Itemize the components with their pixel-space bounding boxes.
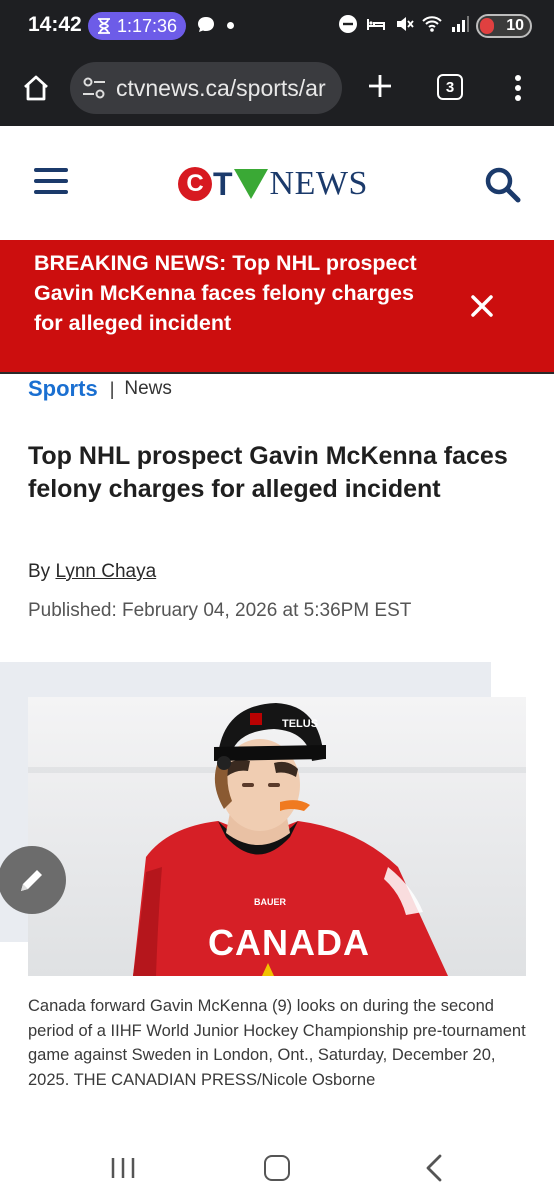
- breadcrumb-separator: |: [109, 378, 115, 399]
- article-headline: Top NHL prospect Gavin McKenna faces fel…: [28, 442, 508, 503]
- url-text: ctvnews.ca/sports/ar: [116, 74, 326, 101]
- site-settings-icon: [83, 77, 105, 99]
- nav-home-button[interactable]: [264, 1155, 290, 1181]
- address-bar[interactable]: ctvnews.ca/sports/ar: [70, 62, 342, 114]
- logo-news-word: NEWS: [269, 165, 368, 202]
- breaking-news-banner[interactable]: BREAKING NEWS: Top NHL prospect Gavin Mc…: [0, 240, 554, 372]
- breadcrumb-news-link[interactable]: News: [124, 378, 172, 400]
- article-photo[interactable]: TELUS BAUER CANADA: [28, 697, 526, 976]
- photo-caption: Canada forward Gavin McKenna (9) looks o…: [28, 997, 526, 1089]
- tab-count: 3: [437, 74, 463, 100]
- logo-t: T: [213, 165, 233, 202]
- logo-c: C: [178, 167, 212, 201]
- search-icon[interactable]: [482, 164, 522, 204]
- bed-icon: [367, 19, 385, 30]
- helmet-logo-text: TELUS: [282, 718, 318, 730]
- hourglass-icon: [97, 18, 110, 34]
- edit-fab-button[interactable]: [0, 846, 66, 914]
- mute-icon: [397, 17, 414, 31]
- breadcrumb-sports-link[interactable]: Sports: [28, 376, 98, 402]
- system-nav-bar: [0, 1136, 554, 1200]
- browser-menu-button[interactable]: [500, 66, 536, 110]
- byline-prefix: By: [28, 561, 51, 582]
- logo-v-shape: [233, 169, 268, 199]
- battery-fill: [480, 18, 494, 34]
- status-icons: [338, 14, 470, 34]
- new-tab-button[interactable]: [360, 66, 400, 106]
- byline: By Lynn Chaya: [28, 561, 156, 583]
- ctv-news-logo[interactable]: C T NEWS: [178, 162, 368, 206]
- signal-icon: [452, 16, 469, 32]
- close-icon[interactable]: [464, 288, 500, 324]
- timer-value: 1:17:36: [116, 15, 178, 36]
- jersey-brand-text: BAUER: [254, 897, 287, 907]
- jersey-team-text: CANADA: [208, 922, 370, 963]
- site-header: C T NEWS: [0, 126, 554, 240]
- battery-indicator: 10: [476, 14, 532, 38]
- author-link[interactable]: Lynn Chaya: [55, 561, 156, 582]
- home-icon: [24, 75, 48, 101]
- tab-switcher-button[interactable]: 3: [430, 67, 470, 107]
- browser-toolbar: ctvnews.ca/sports/ar 3: [0, 52, 554, 126]
- breaking-news-text[interactable]: BREAKING NEWS: Top NHL prospect Gavin Mc…: [34, 248, 424, 338]
- home-button[interactable]: [16, 68, 56, 108]
- notification-dot: [227, 22, 234, 29]
- back-icon[interactable]: [424, 1154, 444, 1182]
- menu-icon[interactable]: [34, 168, 68, 198]
- hockey-player-photo: TELUS BAUER CANADA: [28, 697, 526, 976]
- breadcrumb: Sports | News: [28, 374, 172, 404]
- more-vert-icon: [515, 75, 521, 101]
- status-time: 14:42: [28, 13, 82, 36]
- do-not-disturb-icon: [339, 15, 357, 33]
- timer-chip[interactable]: 1:17:36: [88, 12, 186, 40]
- status-bar: 14:42 1:17:36 10: [0, 0, 554, 52]
- recent-apps-icon[interactable]: [110, 1156, 136, 1180]
- battery-level: 10: [506, 17, 524, 34]
- pencil-icon: [21, 870, 42, 891]
- published-date: Published: February 04, 2026 at 5:36PM E…: [28, 600, 412, 621]
- chat-bubble-icon: [198, 17, 214, 32]
- plus-icon: [369, 75, 391, 97]
- wifi-icon: [422, 16, 442, 32]
